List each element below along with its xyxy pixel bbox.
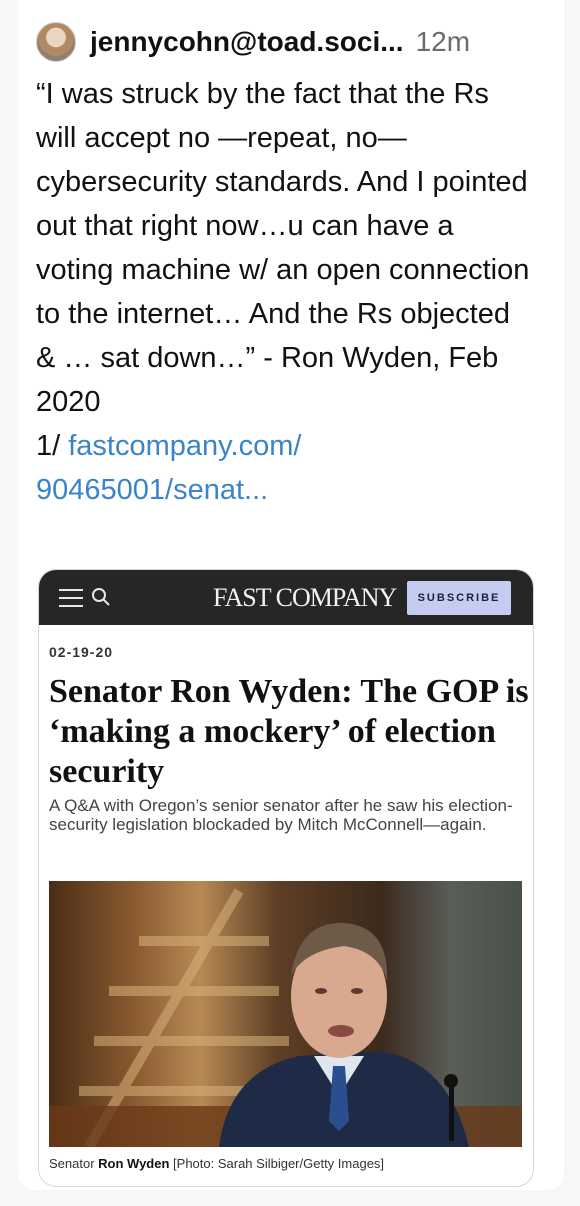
link-prefix: 1/ (36, 430, 69, 462)
photo-illustration (49, 888, 522, 1147)
avatar[interactable] (36, 22, 76, 62)
post-time: 12m (415, 26, 471, 57)
article-headline[interactable]: Senator Ron Wyden: The GOP is ‘making a … (49, 672, 529, 792)
article-dek: A Q&A with Oregon’s senior senator after… (49, 796, 513, 834)
photo-caption: Senator Ron Wyden [Photo: Sarah Silbiger… (49, 1156, 384, 1171)
caption-credit: [Photo: Sarah Silbiger/Getty Images] (169, 1156, 385, 1171)
post-body: “I was struck by the fact that the Rs wi… (36, 72, 536, 512)
caption-name: Ron Wyden (98, 1156, 170, 1171)
post-text: “I was struck by the fact that the Rs wi… (36, 78, 530, 418)
article-navbar: FAST COMPANY SUBSCRIBE (39, 570, 533, 625)
post-card[interactable]: jennycohn@toad.soci... 12m “I was struck… (18, 0, 564, 1190)
post-link-line: 1/ fastcompany.com/ 90465001/senat... (36, 424, 536, 512)
article-photo (49, 881, 522, 1147)
author-handle[interactable]: jennycohn@toad.soci... (90, 26, 404, 58)
link-preview-card[interactable]: FAST COMPANY SUBSCRIBE 02-19-20 Senator … (38, 569, 534, 1187)
article-date: 02-19-20 (49, 644, 114, 660)
article-link[interactable]: fastcompany.com/ 90465001/senat... (36, 430, 301, 506)
subscribe-button[interactable]: SUBSCRIBE (407, 581, 511, 615)
caption-prefix: Senator (49, 1156, 99, 1171)
menu-icon[interactable] (59, 589, 83, 607)
site-logo: FAST COMPANY (213, 583, 397, 612)
search-icon[interactable] (91, 587, 111, 607)
post-header: jennycohn@toad.soci... 12m (36, 20, 536, 64)
